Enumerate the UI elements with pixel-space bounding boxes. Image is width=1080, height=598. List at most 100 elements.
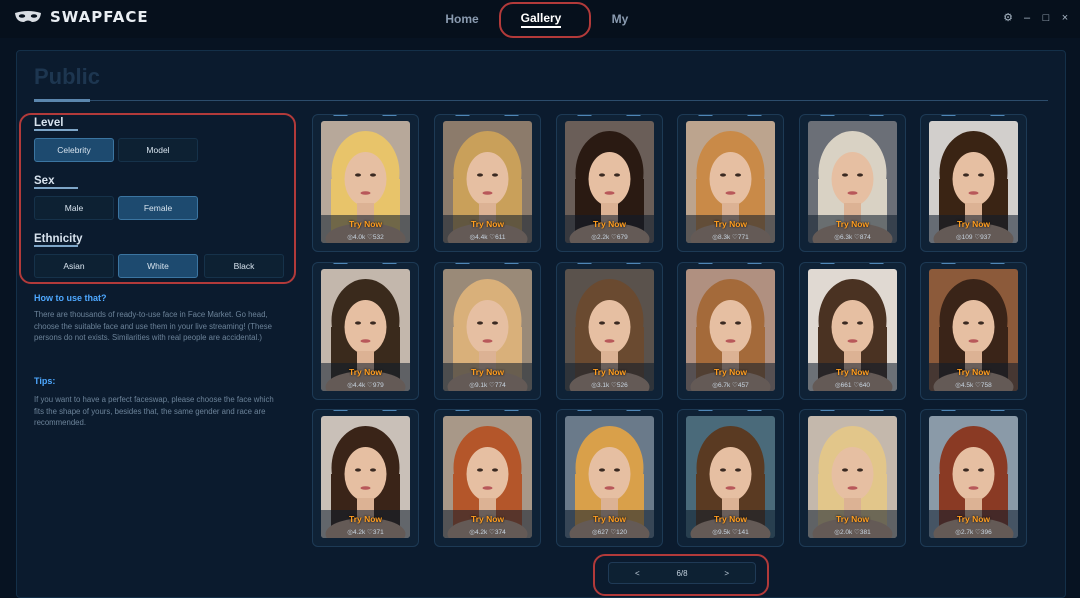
views-count: 3.1k (596, 382, 610, 389)
card-accent (565, 410, 653, 411)
card-stats: ◎4.4k ♡979 (313, 381, 418, 389)
face-card[interactable]: Try Now ◎4.2k ♡371 (312, 409, 419, 547)
card-stats: ◎2.7k ♡396 (921, 528, 1026, 536)
card-stats: ◎627 ♡120 (557, 528, 662, 536)
nav-my[interactable]: My (600, 0, 640, 38)
likes-count: 526 (616, 382, 628, 389)
card-stats: ◎4.0k ♡532 (313, 233, 418, 241)
face-card[interactable]: Try Now ◎8.3k ♡771 (677, 114, 784, 252)
minimize-icon[interactable]: – (1022, 12, 1032, 24)
chip-model[interactable]: Model (118, 138, 198, 162)
try-now-button[interactable]: Try Now (313, 514, 418, 524)
how-to-title: How to use that? (34, 293, 107, 303)
chip-asian[interactable]: Asian (34, 254, 114, 278)
face-card[interactable]: Try Now ◎2.7k ♡396 (920, 409, 1027, 547)
card-accent (321, 410, 409, 411)
face-card[interactable]: Try Now ◎109 ♡937 (920, 114, 1027, 252)
chip-black[interactable]: Black (204, 254, 284, 278)
likes-count: 374 (494, 529, 506, 536)
app-name: SWAPFACE (50, 8, 149, 26)
card-stats: ◎6.7k ♡457 (678, 381, 783, 389)
tips-title: Tips: (34, 376, 56, 386)
face-card[interactable]: Try Now ◎4.2k ♡374 (434, 409, 541, 547)
try-now-button[interactable]: Try Now (678, 219, 783, 229)
face-card[interactable]: Try Now ◎2.2k ♡679 (556, 114, 663, 252)
likes-count: 758 (980, 382, 992, 389)
chip-celebrity[interactable]: Celebrity (34, 138, 114, 162)
views-count: 661 (840, 382, 852, 389)
face-card[interactable]: Try Now ◎4.4k ♡979 (312, 262, 419, 400)
try-now-button[interactable]: Try Now (435, 514, 540, 524)
card-accent (565, 115, 653, 116)
nav-gallery[interactable]: Gallery (512, 0, 570, 38)
card-accent (321, 263, 409, 264)
views-count: 109 (961, 234, 973, 241)
pagination: < 6/8 > (608, 562, 756, 584)
prev-page-button[interactable]: < (635, 569, 640, 578)
card-accent (929, 263, 1017, 264)
face-card[interactable]: Try Now ◎9.5k ♡141 (677, 409, 784, 547)
likes-count: 371 (372, 529, 384, 536)
try-now-button[interactable]: Try Now (313, 219, 418, 229)
likes-count: 141 (737, 529, 749, 536)
likes-count: 774 (494, 382, 506, 389)
chip-white[interactable]: White (118, 254, 198, 278)
card-stats: ◎2.2k ♡679 (557, 233, 662, 241)
likes-count: 381 (859, 529, 871, 536)
views-count: 9.5k (717, 529, 731, 536)
face-card[interactable]: Try Now ◎6.3k ♡874 (799, 114, 906, 252)
try-now-button[interactable]: Try Now (921, 219, 1026, 229)
chip-female[interactable]: Female (118, 196, 198, 220)
card-stats: ◎4.4k ♡611 (435, 233, 540, 241)
face-card[interactable]: Try Now ◎4.4k ♡611 (434, 114, 541, 252)
ethnicity-underline (34, 245, 78, 247)
face-card[interactable]: Try Now ◎627 ♡120 (556, 409, 663, 547)
likes-count: 771 (737, 234, 749, 241)
level-label: Level (34, 117, 64, 129)
close-icon[interactable]: × (1060, 12, 1070, 24)
face-card[interactable]: Try Now ◎2.0k ♡381 (799, 409, 906, 547)
how-to-text: There are thousands of ready-to-use face… (34, 310, 272, 343)
try-now-button[interactable]: Try Now (435, 367, 540, 377)
level-underline (34, 129, 78, 131)
views-count: 2.2k (596, 234, 610, 241)
likes-count: 679 (616, 234, 628, 241)
card-accent (443, 115, 531, 116)
face-card[interactable]: Try Now ◎3.1k ♡526 (556, 262, 663, 400)
settings-icon[interactable]: ⚙ (1003, 11, 1013, 24)
face-card[interactable]: Try Now ◎4.5k ♡758 (920, 262, 1027, 400)
title-divider-accent (34, 99, 90, 102)
try-now-button[interactable]: Try Now (313, 367, 418, 377)
try-now-button[interactable]: Try Now (800, 514, 905, 524)
try-now-button[interactable]: Try Now (921, 367, 1026, 377)
card-accent (808, 263, 896, 264)
try-now-button[interactable]: Try Now (557, 219, 662, 229)
face-card[interactable]: Try Now ◎6.7k ♡457 (677, 262, 784, 400)
card-stats: ◎3.1k ♡526 (557, 381, 662, 389)
try-now-button[interactable]: Try Now (921, 514, 1026, 524)
face-card[interactable]: Try Now ◎9.1k ♡774 (434, 262, 541, 400)
likes-count: 120 (616, 529, 628, 536)
try-now-button[interactable]: Try Now (557, 367, 662, 377)
card-stats: ◎9.1k ♡774 (435, 381, 540, 389)
try-now-button[interactable]: Try Now (557, 514, 662, 524)
card-stats: ◎2.0k ♡381 (800, 528, 905, 536)
card-stats: ◎9.5k ♡141 (678, 528, 783, 536)
views-count: 6.3k (839, 234, 853, 241)
try-now-button[interactable]: Try Now (678, 367, 783, 377)
try-now-button[interactable]: Try Now (435, 219, 540, 229)
maximize-icon[interactable]: □ (1041, 12, 1051, 24)
card-stats: ◎6.3k ♡874 (800, 233, 905, 241)
card-accent (929, 410, 1017, 411)
face-card[interactable]: Try Now ◎4.0k ♡532 (312, 114, 419, 252)
likes-count: 532 (372, 234, 384, 241)
try-now-button[interactable]: Try Now (678, 514, 783, 524)
nav-home[interactable]: Home (440, 0, 484, 38)
next-page-button[interactable]: > (724, 569, 729, 578)
chip-male[interactable]: Male (34, 196, 114, 220)
try-now-button[interactable]: Try Now (800, 219, 905, 229)
try-now-button[interactable]: Try Now (800, 367, 905, 377)
face-card[interactable]: Try Now ◎661 ♡640 (799, 262, 906, 400)
views-count: 2.0k (839, 529, 853, 536)
views-count: 4.5k (960, 382, 974, 389)
